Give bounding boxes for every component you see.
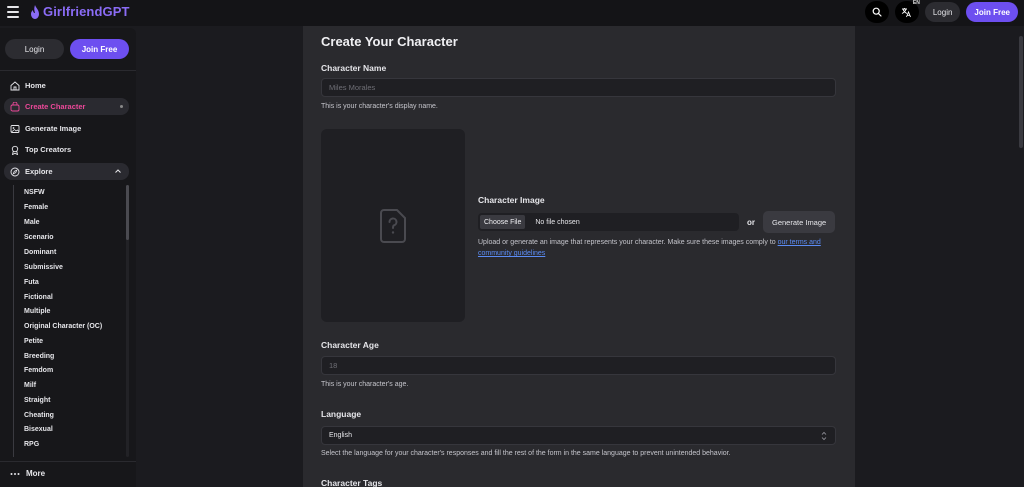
flame-icon (31, 4, 39, 19)
character-tags-label: Character Tags (321, 478, 383, 487)
tree-line (13, 185, 14, 457)
explore-item-milf[interactable]: Milf (24, 381, 36, 391)
sidebar-item-label: Generate Image (25, 124, 82, 133)
character-name-input[interactable]: Miles Morales (321, 78, 836, 97)
file-status-text: No file chosen (535, 218, 580, 226)
explore-item-petite[interactable]: Petite (24, 337, 43, 347)
explore-item-dominant[interactable]: Dominant (24, 248, 56, 258)
create-character-form: Create Your Character Character Name Mil… (303, 26, 855, 487)
generate-image-button[interactable]: Generate Image (763, 211, 836, 233)
explore-item-multiple[interactable]: Multiple (24, 307, 50, 317)
sidebar-item-label: Home (25, 81, 46, 90)
brand-name: GirlfriendGPT (43, 4, 130, 19)
divider (0, 70, 136, 71)
character-name-help: This is your character's display name. (321, 103, 438, 110)
sidebar-item-generate-image[interactable]: Generate Image (4, 120, 129, 137)
sidebar-scrollbar[interactable] (126, 185, 129, 457)
sidebar-item-label: Top Creators (25, 145, 72, 154)
brand-logo[interactable]: GirlfriendGPT (30, 4, 130, 19)
file-question-icon (380, 209, 406, 243)
explore-item-cheating[interactable]: Cheating (24, 411, 54, 421)
sidebar-item-top-creators[interactable]: Top Creators (4, 141, 129, 158)
explore-item-rpg[interactable]: RPG (24, 440, 39, 450)
explore-item-futa[interactable]: Futa (24, 278, 39, 288)
menu-icon[interactable] (7, 6, 19, 18)
language-help: Select the language for your character's… (321, 450, 731, 457)
or-separator: or (747, 217, 755, 227)
more-icon (10, 472, 20, 475)
page-scrollbar[interactable] (1018, 26, 1024, 487)
login-button[interactable]: Login (924, 2, 961, 22)
character-image-preview[interactable] (321, 129, 465, 322)
character-age-input[interactable]: 18 (321, 356, 836, 375)
file-upload-row: Choose File No file chosen or Generate I… (478, 211, 836, 233)
chevron-up-down-icon (821, 431, 827, 441)
page-scrollbar-thumb[interactable] (1019, 36, 1023, 148)
compass-icon (10, 167, 20, 176)
sidebar-item-create-character[interactable]: Create Character (4, 98, 129, 115)
language-select-value: English (329, 432, 352, 439)
sidebar: Login Join Free Home Create Character Ge… (0, 28, 136, 487)
sidebar-item-explore[interactable]: Explore (4, 163, 129, 180)
file-input[interactable]: Choose File No file chosen (478, 213, 739, 231)
sidebar-join-free-button[interactable]: Join Free (70, 39, 129, 59)
character-image-help-text: Upload or generate an image that represe… (478, 239, 778, 246)
translate-icon (902, 7, 912, 17)
explore-item-straight[interactable]: Straight (24, 396, 50, 406)
character-name-label: Character Name (321, 63, 387, 73)
choose-file-button[interactable]: Choose File (480, 215, 526, 229)
image-icon (10, 124, 20, 133)
character-image-help: Upload or generate an image that represe… (478, 237, 840, 259)
explore-item-nsfw[interactable]: NSFW (24, 188, 45, 198)
explore-item-bisexual[interactable]: Bisexual (24, 425, 53, 435)
sidebar-item-label: Explore (25, 167, 53, 176)
award-icon (11, 145, 19, 155)
explore-item-submissive[interactable]: Submissive (24, 263, 63, 273)
join-free-button[interactable]: Join Free (966, 2, 1018, 22)
divider (0, 461, 136, 462)
language-button[interactable]: EN (894, 0, 920, 23)
explore-item-original-character[interactable]: Original Character (OC) (24, 322, 102, 332)
chevron-up-icon[interactable] (114, 167, 122, 175)
sidebar-item-label: More (26, 469, 46, 478)
search-icon (872, 7, 882, 17)
explore-list: NSFW Female Male Scenario Dominant Submi… (13, 185, 131, 457)
active-indicator (120, 105, 123, 108)
sidebar-login-button[interactable]: Login (5, 39, 64, 59)
explore-item-fictional[interactable]: Fictional (24, 293, 53, 303)
explore-item-scenario[interactable]: Scenario (24, 233, 54, 243)
character-image-label: Character Image (478, 195, 545, 205)
language-badge: EN (912, 0, 920, 6)
explore-item-female[interactable]: Female (24, 203, 48, 213)
create-character-icon (10, 101, 20, 111)
top-bar: GirlfriendGPT EN Login Join Free (0, 0, 1024, 26)
explore-item-male[interactable]: Male (24, 218, 40, 228)
search-button[interactable] (864, 1, 889, 23)
explore-item-femdom[interactable]: Femdom (24, 366, 53, 376)
page-title: Create Your Character (321, 34, 458, 49)
sidebar-item-more[interactable]: More (10, 469, 45, 478)
character-age-help: This is your character's age. (321, 381, 409, 388)
sidebar-item-label: Create Character (25, 102, 86, 111)
sidebar-item-home[interactable]: Home (4, 77, 129, 94)
character-age-label: Character Age (321, 340, 379, 350)
home-icon (10, 80, 20, 90)
sidebar-scrollbar-thumb[interactable] (126, 185, 129, 240)
language-label: Language (321, 409, 362, 419)
explore-item-breeding[interactable]: Breeding (24, 352, 54, 362)
language-select[interactable]: English (321, 426, 836, 445)
